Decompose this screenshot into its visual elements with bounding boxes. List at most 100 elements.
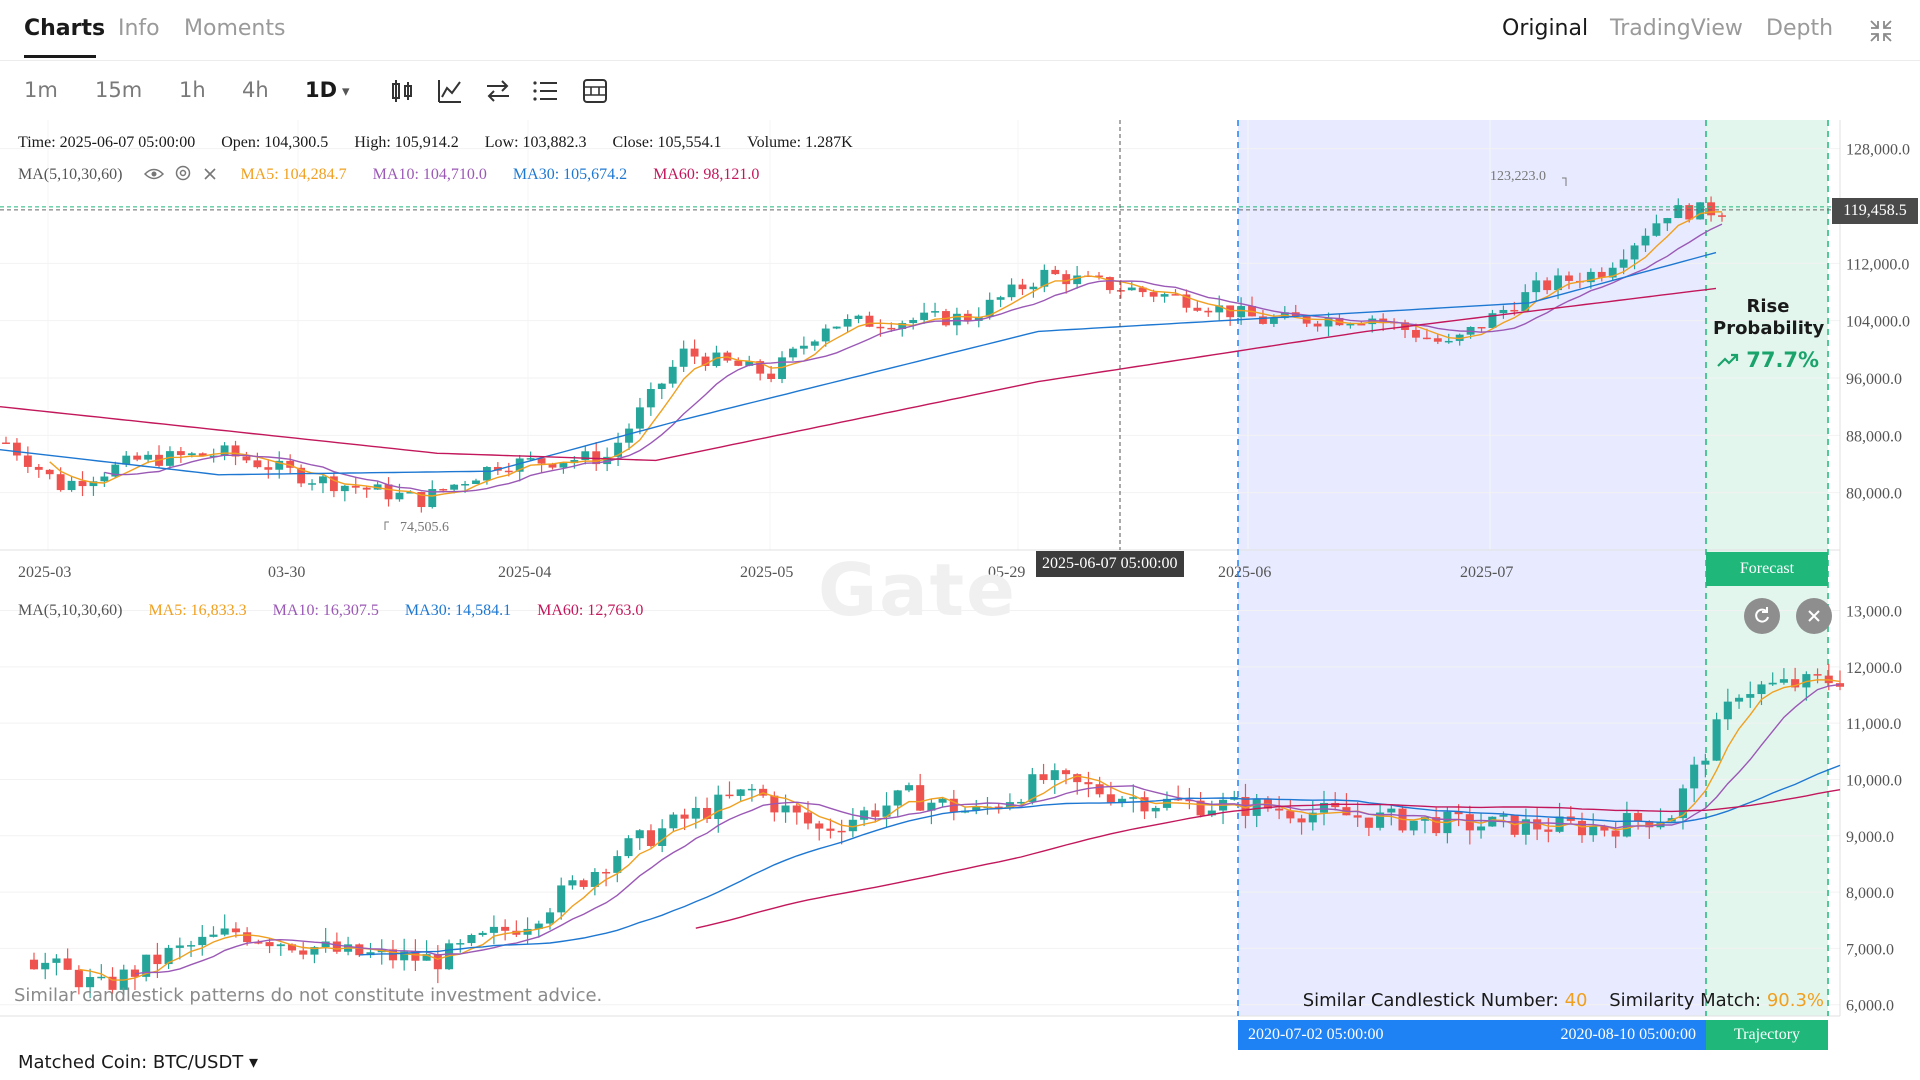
sub-candle xyxy=(1286,810,1295,819)
sub-candle xyxy=(489,926,498,933)
sub-candle xyxy=(187,945,196,947)
main-candle xyxy=(395,492,404,500)
sub-candle xyxy=(1353,815,1362,818)
main-ma10: MA10: 104,710.0 xyxy=(372,166,487,183)
sub-candle xyxy=(1095,784,1104,795)
sub-candle xyxy=(579,880,588,887)
main-candle xyxy=(23,455,32,467)
main-candle xyxy=(308,483,316,485)
chart-canvas[interactable]: 128,000.0 112,000.0 104,000.0 96,000.0 88,00… xyxy=(0,0,1920,1080)
ohlc-high: High: 105,914.2 xyxy=(354,134,459,151)
similar-number-label: Similar Candlestick Number: xyxy=(1302,990,1559,1011)
sub-candle xyxy=(826,828,835,831)
matched-coin-selector[interactable]: Matched Coin: BTC/USDT ▾ xyxy=(18,1052,258,1073)
sub-candle xyxy=(1577,820,1587,836)
eye-icon[interactable] xyxy=(144,167,165,181)
sub-candle xyxy=(299,950,308,955)
sub-candle xyxy=(781,805,790,813)
current-price-tag: 119,458.5 xyxy=(1832,198,1918,224)
sub-candle xyxy=(332,941,341,952)
sub-candle xyxy=(501,926,510,931)
x-tick: 2025-04 xyxy=(498,564,551,581)
sub-ma10: MA10: 16,307.5 xyxy=(272,602,379,619)
main-candle xyxy=(461,483,469,486)
main-candle xyxy=(832,326,841,329)
x-tick: 2025-05 xyxy=(740,564,793,581)
ohlc-low: Low: 103,882.3 xyxy=(484,134,587,151)
sub-candle xyxy=(1746,694,1755,698)
main-candle xyxy=(34,466,43,470)
main-candle xyxy=(1302,316,1311,324)
x-tick: 2025-07 xyxy=(1460,564,1513,581)
main-candle xyxy=(1543,280,1552,291)
sub-candle xyxy=(1050,770,1059,781)
sub-ma5: MA5: 16,833.3 xyxy=(148,602,247,619)
sub-candle xyxy=(467,934,476,944)
sub-candle xyxy=(198,936,207,946)
sub-candle xyxy=(691,807,700,819)
main-candle xyxy=(646,389,655,408)
sub-candle xyxy=(904,785,913,791)
main-candle xyxy=(1073,275,1082,285)
ohlc-info: Time: 2025-06-07 05:00:00 Open: 104,300.… xyxy=(18,134,853,152)
main-candle xyxy=(1532,280,1541,293)
main-candle xyxy=(220,445,229,456)
main-candle xyxy=(1237,306,1246,318)
refresh-button[interactable] xyxy=(1744,598,1780,634)
ohlc-time: Time: 2025-06-07 05:00:00 xyxy=(18,134,196,151)
close-overlay-button[interactable] xyxy=(1796,598,1832,634)
main-candle xyxy=(854,315,863,319)
x-tick: 03-30 xyxy=(268,564,305,581)
sub-ma-label: MA(5,10,30,60) xyxy=(18,602,123,619)
sub-candle xyxy=(97,976,106,979)
sub-candle xyxy=(1589,825,1598,836)
main-candle xyxy=(668,366,677,384)
sub-candle xyxy=(63,958,72,970)
sub-candle xyxy=(1409,820,1418,831)
close-overlay-icon xyxy=(1808,610,1820,622)
close-icon[interactable] xyxy=(202,166,218,182)
main-candle xyxy=(821,328,830,342)
main-candle xyxy=(351,485,360,488)
main-candle xyxy=(362,487,371,490)
main-candle xyxy=(1269,318,1278,324)
main-candle xyxy=(1029,286,1038,290)
main-candle xyxy=(1718,215,1726,217)
main-candle xyxy=(67,480,76,491)
main-y-tick: 104,000.0 xyxy=(1846,314,1910,331)
sub-candle xyxy=(478,932,487,935)
sub-candle xyxy=(231,928,240,933)
main-candle xyxy=(56,474,65,491)
sub-candle xyxy=(1039,774,1048,781)
main-candle xyxy=(1116,290,1125,292)
sub-candle xyxy=(1678,788,1687,819)
rise-probability-value-row: 77.7% xyxy=(1713,348,1823,372)
sub-candle xyxy=(209,934,218,937)
sub-candle xyxy=(1544,829,1553,832)
main-candle xyxy=(482,466,491,481)
main-candle xyxy=(1510,309,1519,312)
disclaimer: Similar candlestick patterns do not cons… xyxy=(14,985,603,1006)
main-y-tick: 88,000.0 xyxy=(1846,428,1902,445)
x-tick: 2025-06 xyxy=(1218,564,1271,581)
main-candle xyxy=(12,442,21,456)
similarity-stats: Similar Candlestick Number: 40 Similarit… xyxy=(1303,990,1824,1011)
main-candle xyxy=(1051,269,1060,275)
main-candle xyxy=(996,297,1005,300)
max-price-label: 123,223.0 xyxy=(1490,169,1546,184)
main-ma-legend: MA(5,10,30,60) MA5: 104,284.7 MA10: 104,… xyxy=(18,164,781,184)
main-candle xyxy=(264,467,273,470)
rise-probability: Rise Probability 77.7% xyxy=(1713,296,1824,372)
main-candle xyxy=(1477,326,1486,329)
trajectory-button[interactable]: Trajectory xyxy=(1706,1020,1828,1050)
main-candle xyxy=(1433,338,1442,342)
settings-icon[interactable] xyxy=(174,164,192,182)
sub-candle xyxy=(1611,830,1620,837)
main-candle xyxy=(340,485,349,492)
forecast-tag: Forecast xyxy=(1706,552,1828,586)
sub-y-tick: 12,000.0 xyxy=(1846,660,1902,677)
x-tick: 2025-03 xyxy=(18,564,71,581)
main-candle xyxy=(100,476,109,482)
main-candle xyxy=(789,348,797,358)
sub-candle xyxy=(736,789,745,796)
